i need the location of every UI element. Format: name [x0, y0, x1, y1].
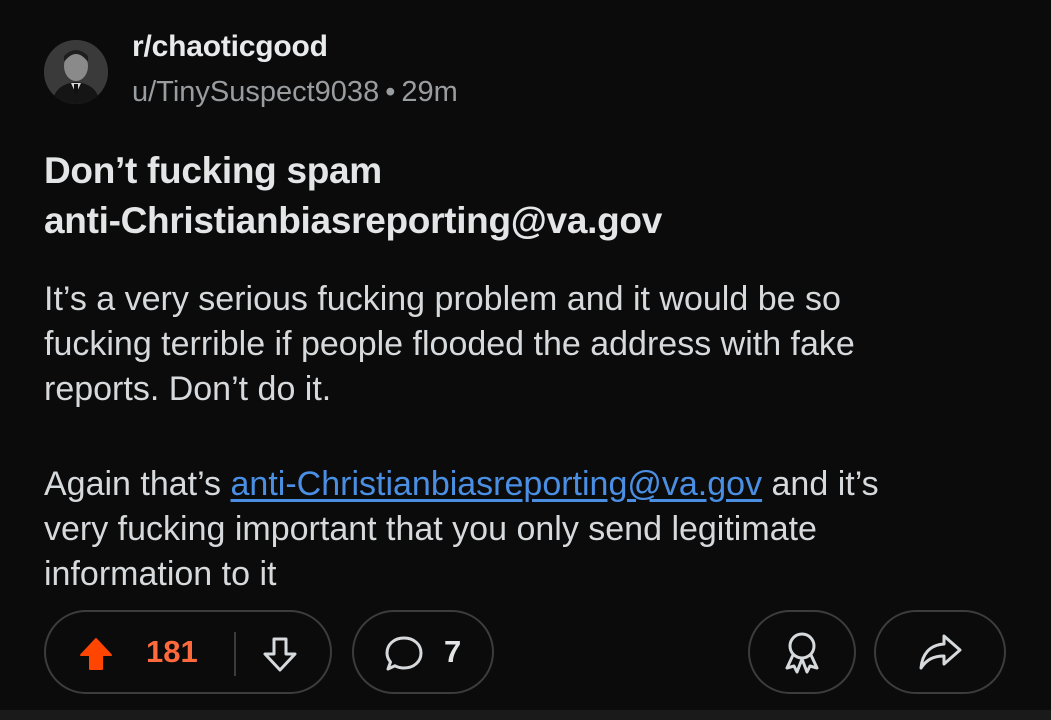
comment-icon-wrap	[384, 635, 424, 673]
body-line: very fucking important that you only sen…	[44, 510, 817, 548]
subreddit-avatar[interactable]	[44, 40, 108, 104]
meta-separator: •	[385, 76, 396, 108]
award-ribbon-icon	[785, 632, 819, 674]
avatar-portrait-icon	[44, 40, 108, 104]
email-link[interactable]: anti-Christianbiasreporting@va.gov	[231, 465, 763, 503]
post-title[interactable]: Don’t fucking spam anti-Christianbiasrep…	[44, 146, 1004, 246]
vote-count: 181	[146, 634, 198, 669]
vote-divider	[234, 632, 236, 676]
arrow-down-outline-icon	[263, 637, 297, 672]
downvote-button[interactable]	[260, 634, 300, 674]
body-line: reports. Don’t do it.	[44, 370, 332, 408]
bottom-divider	[0, 710, 1051, 720]
speech-bubble-icon	[385, 636, 423, 671]
body-text-segment: and it’s	[762, 465, 879, 503]
arrow-up-filled-icon	[80, 638, 112, 670]
author-username[interactable]: u/TinySuspect9038	[132, 76, 379, 108]
share-arrow-icon	[919, 634, 962, 670]
body-line: It’s a very serious fucking problem and …	[44, 280, 841, 318]
post-meta: u/TinySuspect9038 • 29m	[132, 76, 458, 109]
post-body-paragraph-2: Again that’s anti-Christianbiasreporting…	[44, 462, 1004, 597]
vote-bar: 181	[44, 610, 332, 694]
post-age: 29m	[401, 76, 458, 108]
body-text-segment: Again that’s	[44, 465, 231, 503]
award-button[interactable]	[748, 610, 856, 694]
post-title-line: Don’t fucking spam	[44, 150, 382, 191]
subreddit-name[interactable]: r/chaoticgood	[132, 30, 328, 64]
body-line: Again that’s anti-Christianbiasreporting…	[44, 462, 1004, 507]
post-title-line: anti-Christianbiasreporting@va.gov	[44, 200, 662, 241]
comment-count: 7	[444, 634, 462, 669]
comments-button[interactable]: 7	[352, 610, 494, 694]
body-line: information to it	[44, 555, 277, 593]
body-line: fucking terrible if people flooded the a…	[44, 325, 855, 363]
post-card: r/chaoticgood u/TinySuspect9038 • 29m Don’…	[0, 0, 1051, 710]
post-body-paragraph-1: It’s a very serious fucking problem and …	[44, 277, 1004, 412]
upvote-button[interactable]	[78, 636, 114, 672]
share-button[interactable]	[874, 610, 1006, 694]
